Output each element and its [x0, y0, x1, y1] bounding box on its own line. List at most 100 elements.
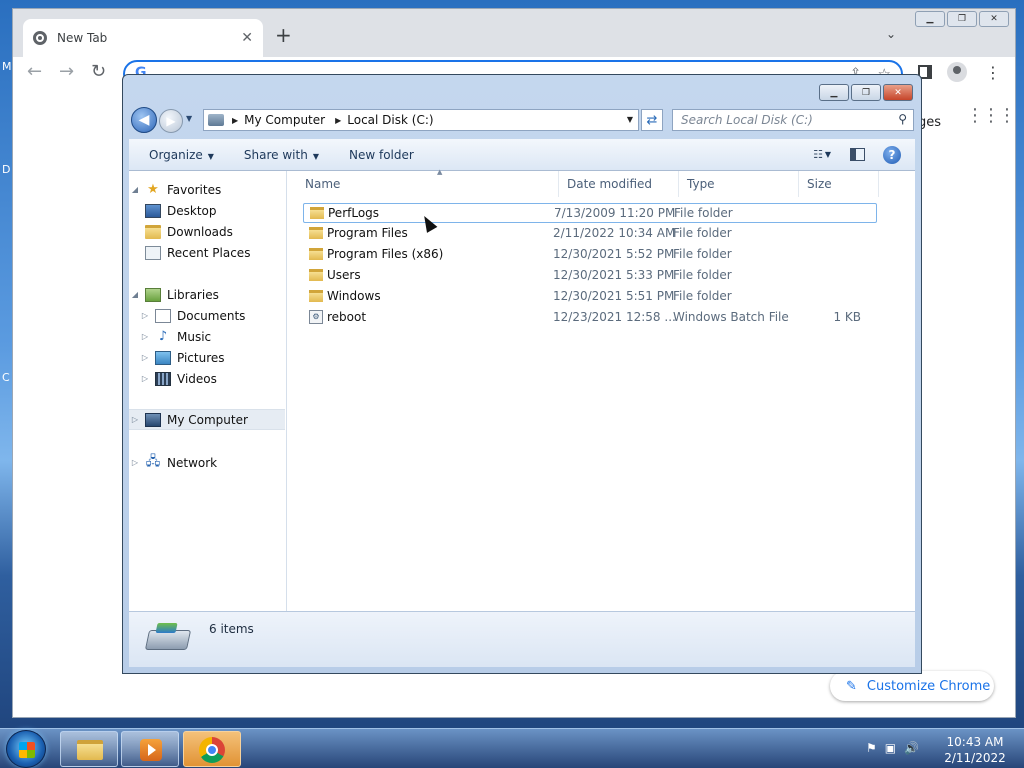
sort-ascending-icon: ▲	[437, 168, 443, 176]
media-player-icon	[140, 739, 162, 761]
refresh-icon[interactable]: ⇄	[641, 109, 663, 131]
tab-close-icon[interactable]: ✕	[241, 30, 253, 46]
downloads-folder-icon	[145, 224, 161, 239]
taskbar-media-player-button[interactable]	[121, 731, 179, 767]
taskbar-explorer-button[interactable]	[60, 731, 118, 767]
nav-item-network[interactable]: ▷ 🖧 Network	[129, 452, 285, 473]
recent-pages-dropdown-icon[interactable]: ▼	[186, 114, 192, 123]
nav-item-pictures[interactable]: ▷ Pictures	[129, 347, 285, 368]
tab-new-tab[interactable]: New Tab ✕	[23, 19, 263, 57]
collapse-triangle-icon[interactable]: ◢	[129, 185, 141, 194]
share-with-button[interactable]: Share with ▼	[244, 148, 319, 162]
file-type: File folder	[673, 268, 732, 282]
table-row[interactable]: Users 12/30/2021 5:33 PM File folder	[303, 266, 877, 286]
breadcrumb-arrow-icon[interactable]: ▶	[335, 116, 341, 125]
file-date: 12/30/2021 5:52 PM	[553, 247, 675, 261]
explorer-close-button[interactable]: ✕	[883, 84, 913, 101]
nav-label: My Computer	[167, 412, 248, 427]
customize-chrome-button[interactable]: ✎ Customize Chrome	[830, 671, 994, 701]
organize-button[interactable]: Organize ▼	[149, 148, 214, 162]
view-dropdown-icon[interactable]: ▼	[825, 150, 831, 159]
start-button[interactable]	[6, 730, 46, 768]
batch-file-gear-icon: ⚙	[309, 310, 323, 324]
file-date: 2/11/2022 10:34 AM	[553, 226, 676, 240]
column-header-name[interactable]: Name ▲	[297, 168, 559, 197]
preview-pane-icon[interactable]	[850, 148, 865, 161]
chrome-minimize-button[interactable]: ▁	[915, 11, 945, 27]
google-apps-icon[interactable]: ⋮⋮⋮	[966, 107, 1016, 125]
search-icon[interactable]: ⚲	[898, 112, 907, 126]
nav-item-favorites[interactable]: ◢ ★ Favorites	[129, 179, 285, 200]
search-input[interactable]: Search Local Disk (C:) ⚲	[672, 109, 914, 131]
explorer-forward-button[interactable]: ▶	[159, 109, 183, 133]
reload-icon[interactable]: ↻	[91, 63, 106, 81]
explorer-maximize-button[interactable]: ❐	[851, 84, 881, 101]
volume-icon[interactable]: 🔊	[904, 741, 919, 755]
action-center-flag-icon[interactable]: ⚑	[866, 741, 877, 755]
help-icon[interactable]: ?	[883, 146, 901, 164]
tab-title: New Tab	[57, 31, 108, 45]
file-date: 12/23/2021 12:58 ...	[553, 310, 676, 324]
expand-triangle-icon[interactable]: ▷	[139, 374, 151, 383]
file-date: 12/30/2021 5:51 PM	[553, 289, 675, 303]
expand-triangle-icon[interactable]: ▷	[139, 353, 151, 362]
table-row[interactable]: Program Files 2/11/2022 10:34 AM File fo…	[303, 224, 877, 244]
collapse-triangle-icon[interactable]: ◢	[129, 290, 141, 299]
breadcrumb-arrow-icon[interactable]: ▶	[232, 116, 238, 125]
address-bar[interactable]: ▶ My Computer ▶ Local Disk (C:) ▼	[203, 109, 639, 131]
expand-triangle-icon[interactable]: ▷	[139, 332, 151, 341]
nav-item-recent-places[interactable]: Recent Places	[129, 242, 285, 263]
desktop-icon-edge: D	[2, 163, 11, 176]
explorer-window-controls: ▁ ❐ ✕	[819, 84, 913, 101]
chrome-close-button[interactable]: ✕	[979, 11, 1009, 27]
command-bar: Organize ▼ Share with ▼ New folder ☷ ▼ ?	[129, 139, 915, 171]
nav-item-my-computer[interactable]: ▷ My Computer	[129, 409, 285, 430]
forward-arrow-icon[interactable]: →	[59, 63, 74, 81]
profile-avatar-icon[interactable]	[947, 62, 967, 82]
expand-triangle-icon[interactable]: ▷	[129, 415, 141, 424]
folder-icon	[309, 269, 323, 281]
chrome-menu-icon[interactable]: ⋮	[985, 63, 1001, 82]
file-list: Name ▲ Date modified Type Size PerfLogs …	[289, 168, 915, 611]
explorer-minimize-button[interactable]: ▁	[819, 84, 849, 101]
expand-triangle-icon[interactable]: ▷	[129, 458, 141, 467]
explorer-back-button[interactable]: ◀	[131, 107, 157, 133]
nav-label: Music	[177, 329, 212, 344]
table-row[interactable]: ⚙ reboot 12/23/2021 12:58 ... Windows Ba…	[303, 308, 877, 328]
nav-item-downloads[interactable]: Downloads	[129, 221, 285, 242]
tab-search-chevron-icon[interactable]: ⌄	[886, 27, 896, 41]
clock[interactable]: 10:43 AM 2/11/2022	[940, 734, 1010, 766]
change-view-icon[interactable]: ☷	[813, 148, 823, 161]
nav-item-desktop[interactable]: Desktop	[129, 200, 285, 221]
expand-triangle-icon[interactable]: ▷	[139, 311, 151, 320]
column-header-date-modified[interactable]: Date modified	[559, 171, 679, 197]
address-dropdown-icon[interactable]: ▼	[627, 115, 633, 124]
explorer-body: ◢ ★ Favorites Desktop Downloads Recent P…	[129, 168, 915, 611]
new-folder-button[interactable]: New folder	[349, 148, 414, 162]
table-row[interactable]: Program Files (x86) 12/30/2021 5:52 PM F…	[303, 245, 877, 265]
explorer-window: ▁ ❐ ✕ ◀ ▶ ▼ ▶ My Computer ▶ Local Disk (…	[122, 74, 922, 674]
new-tab-button[interactable]: +	[275, 25, 292, 45]
system-tray: ⚑ ▣ 🔊	[866, 741, 919, 755]
table-row[interactable]: Windows 12/30/2021 5:51 PM File folder	[303, 287, 877, 307]
table-row[interactable]: PerfLogs 7/13/2009 11:20 PM File folder	[303, 203, 877, 223]
documents-icon	[155, 308, 171, 323]
nav-item-libraries[interactable]: ◢ Libraries	[129, 284, 285, 305]
column-header-type[interactable]: Type	[679, 171, 799, 197]
navigation-pane: ◢ ★ Favorites Desktop Downloads Recent P…	[129, 171, 287, 611]
file-name: Program Files	[327, 226, 408, 240]
nav-item-music[interactable]: ▷ ♪ Music	[129, 326, 285, 347]
breadcrumb-my-computer[interactable]: My Computer	[244, 113, 325, 127]
column-header-size[interactable]: Size	[799, 171, 879, 197]
chrome-restore-button[interactable]: ❐	[947, 11, 977, 27]
computer-drive-icon	[208, 114, 224, 126]
network-tray-icon[interactable]: ▣	[885, 741, 896, 755]
nav-item-documents[interactable]: ▷ Documents	[129, 305, 285, 326]
column-label: Type	[687, 177, 715, 191]
back-arrow-icon[interactable]: ←	[27, 63, 42, 81]
breadcrumb-local-disk[interactable]: Local Disk (C:)	[347, 113, 433, 127]
taskbar-chrome-button[interactable]	[183, 731, 241, 767]
network-icon: 🖧	[145, 453, 161, 469]
nav-item-videos[interactable]: ▷ Videos	[129, 368, 285, 389]
column-label: Size	[807, 177, 832, 191]
